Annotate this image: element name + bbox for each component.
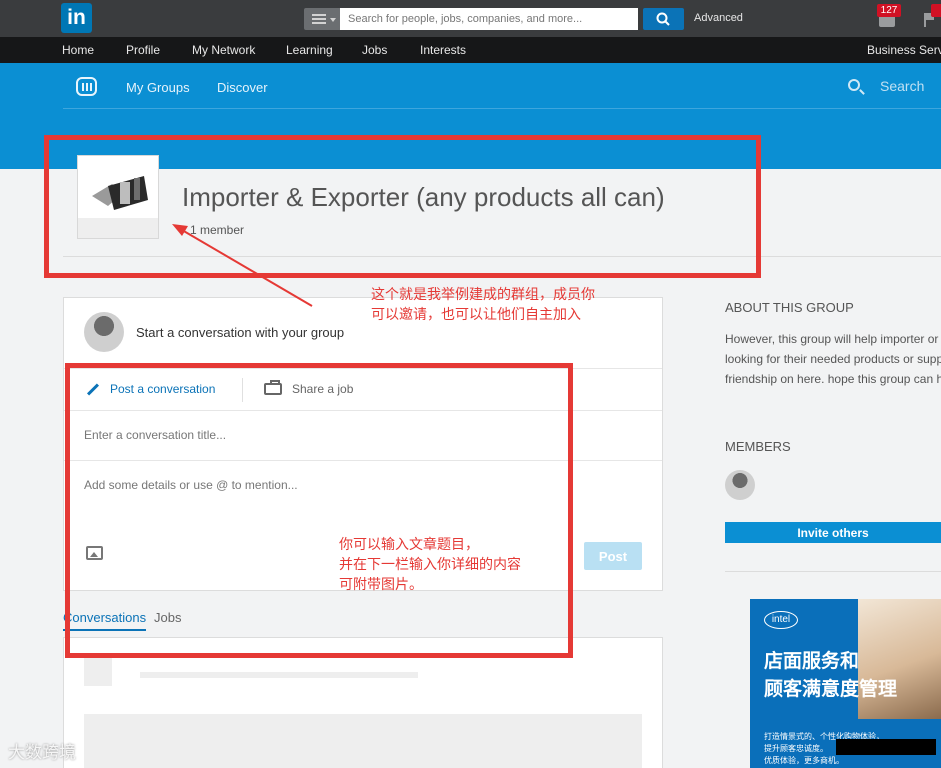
annotation-line: 可附带图片。 bbox=[339, 577, 423, 593]
annotation-line: 你可以输入文章题目， bbox=[339, 537, 479, 553]
annotation-line: 可以邀请，也可以让他们自主加入 bbox=[371, 307, 581, 323]
annotation-note-post: 你可以输入文章题目， 并在下一栏输入你详细的内容 可附带图片。 bbox=[339, 535, 521, 595]
annotation-line: 这个就是我举例建成的群组，成员你 bbox=[371, 287, 595, 303]
watermark: 大数跨境 bbox=[8, 743, 76, 763]
annotation-note-group: 这个就是我举例建成的群组，成员你 可以邀请，也可以让他们自主加入 bbox=[371, 285, 595, 325]
annotation-arrow bbox=[172, 224, 313, 307]
annotation-line: 并在下一栏输入你详细的内容 bbox=[339, 557, 521, 573]
